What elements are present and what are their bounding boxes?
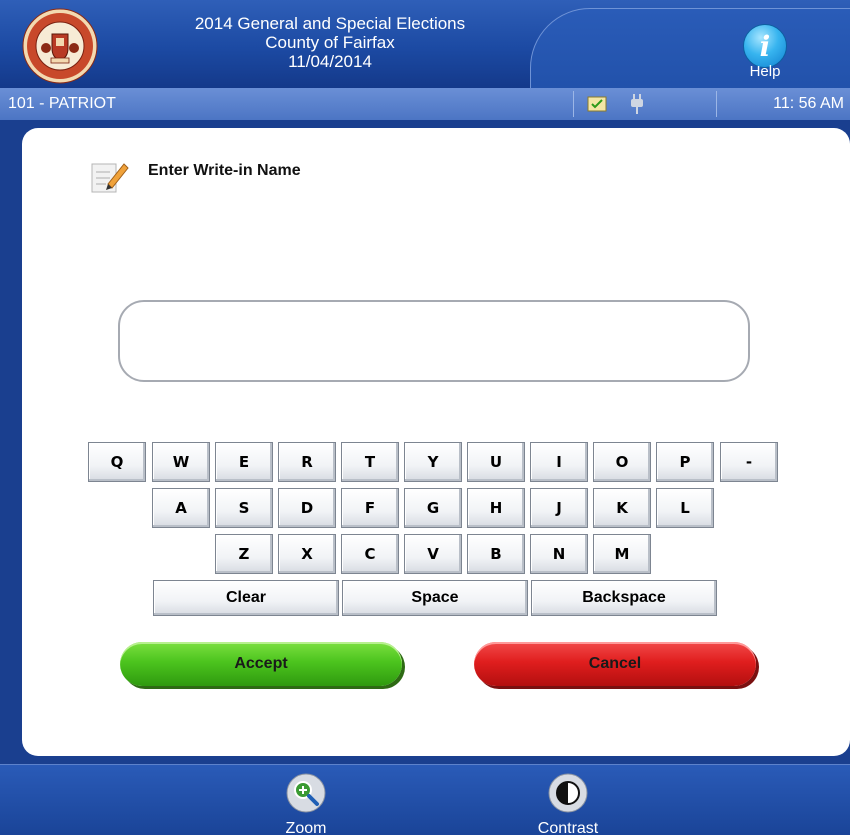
key-v[interactable]: V bbox=[404, 534, 462, 574]
key-a[interactable]: A bbox=[152, 488, 210, 528]
status-divider bbox=[573, 91, 574, 117]
note-pencil-icon bbox=[91, 163, 129, 193]
contrast-label: Contrast bbox=[537, 820, 599, 835]
key-b[interactable]: B bbox=[467, 534, 525, 574]
key-z[interactable]: Z bbox=[215, 534, 273, 574]
key-f[interactable]: F bbox=[341, 488, 399, 528]
key-n[interactable]: N bbox=[530, 534, 588, 574]
key-j[interactable]: J bbox=[530, 488, 588, 528]
zoom-label: Zoom bbox=[285, 820, 327, 835]
key-o[interactable]: O bbox=[593, 442, 651, 482]
footer-bar: Zoom Contrast bbox=[0, 764, 850, 835]
info-icon: i bbox=[743, 24, 787, 68]
cancel-button[interactable]: Cancel bbox=[474, 642, 756, 686]
key-r[interactable]: R bbox=[278, 442, 336, 482]
clock-time: 11: 56 AM bbox=[773, 95, 844, 112]
key-g[interactable]: G bbox=[404, 488, 462, 528]
key-p[interactable]: P bbox=[656, 442, 714, 482]
key-u[interactable]: U bbox=[467, 442, 525, 482]
contrast-icon bbox=[548, 773, 588, 813]
precinct-label: 101 - PATRIOT bbox=[8, 95, 116, 112]
key-s[interactable]: S bbox=[215, 488, 273, 528]
ballot-check-icon bbox=[587, 96, 607, 112]
zoom-button[interactable]: Zoom bbox=[266, 773, 346, 835]
space-key[interactable]: Space bbox=[342, 580, 528, 616]
election-date: 11/04/2014 bbox=[288, 52, 372, 71]
key-k[interactable]: K bbox=[593, 488, 651, 528]
key-m[interactable]: M bbox=[593, 534, 651, 574]
write-in-panel: Enter Write-in Name Q W E R T Y U I O P … bbox=[22, 128, 850, 756]
key-x[interactable]: X bbox=[278, 534, 336, 574]
key-y[interactable]: Y bbox=[404, 442, 462, 482]
power-plug-icon bbox=[631, 94, 643, 114]
backspace-key[interactable]: Backspace bbox=[531, 580, 717, 616]
key-c[interactable]: C bbox=[341, 534, 399, 574]
help-label: Help bbox=[749, 63, 781, 80]
header-bar: 2014 General and Special Elections Count… bbox=[0, 0, 850, 88]
key-w[interactable]: W bbox=[152, 442, 210, 482]
header-curve-decoration bbox=[530, 8, 850, 88]
key-l[interactable]: L bbox=[656, 488, 714, 528]
contrast-button[interactable]: Contrast bbox=[528, 773, 608, 835]
key-q[interactable]: Q bbox=[88, 442, 146, 482]
status-divider bbox=[716, 91, 717, 117]
election-header-text: 2014 General and Special Elections Count… bbox=[130, 14, 530, 71]
key-t[interactable]: T bbox=[341, 442, 399, 482]
clear-key[interactable]: Clear bbox=[153, 580, 339, 616]
election-title: 2014 General and Special Elections bbox=[194, 14, 466, 33]
county-seal-logo bbox=[22, 8, 98, 84]
key-d[interactable]: D bbox=[278, 488, 336, 528]
help-button[interactable]: i Help bbox=[737, 24, 793, 82]
key-hyphen[interactable]: - bbox=[720, 442, 778, 482]
status-bar: 101 - PATRIOT 11: 56 AM bbox=[0, 88, 850, 120]
write-in-name-field[interactable] bbox=[118, 300, 750, 382]
key-i[interactable]: I bbox=[530, 442, 588, 482]
key-e[interactable]: E bbox=[215, 442, 273, 482]
zoom-magnifier-icon bbox=[286, 773, 326, 813]
accept-button[interactable]: Accept bbox=[120, 642, 402, 686]
page-title: Enter Write-in Name bbox=[148, 162, 301, 179]
county-name: County of Fairfax bbox=[265, 33, 395, 52]
key-h[interactable]: H bbox=[467, 488, 525, 528]
